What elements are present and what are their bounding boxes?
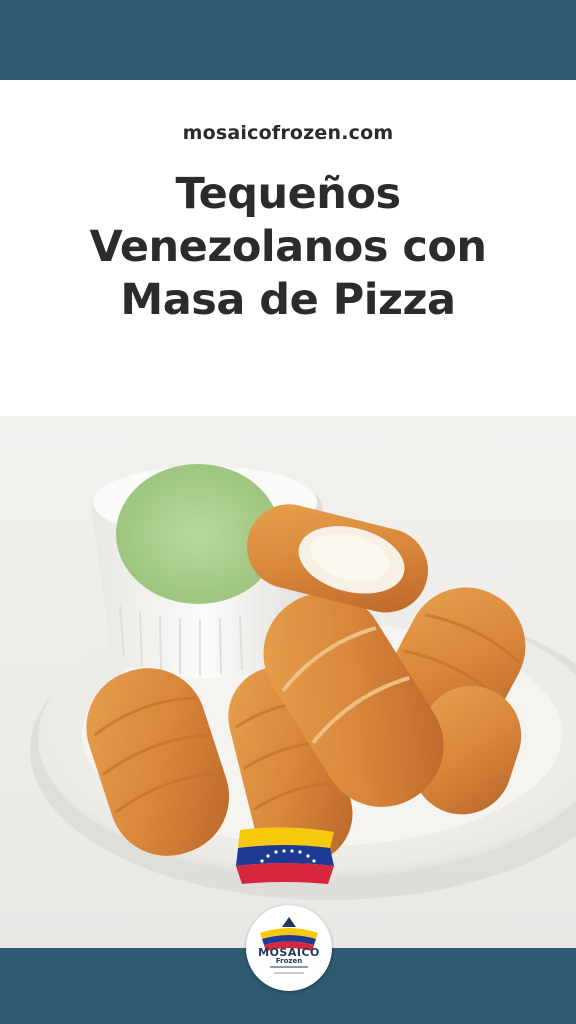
mosaico-frozen-logo[interactable]: MOSAICO Frozen (246, 905, 332, 991)
page-title: Tequeños Venezolanos con Masa de Pizza (20, 168, 556, 327)
title-line-2: Venezolanos con (89, 222, 487, 272)
logo-text: MOSAICO Frozen (246, 946, 332, 965)
title-line-3: Masa de Pizza (120, 275, 456, 325)
venezuela-flag-icon (234, 826, 340, 888)
title-line-1: Tequeños (175, 169, 401, 219)
site-url[interactable]: mosaicofrozen.com (0, 122, 576, 144)
top-banner (0, 0, 576, 80)
